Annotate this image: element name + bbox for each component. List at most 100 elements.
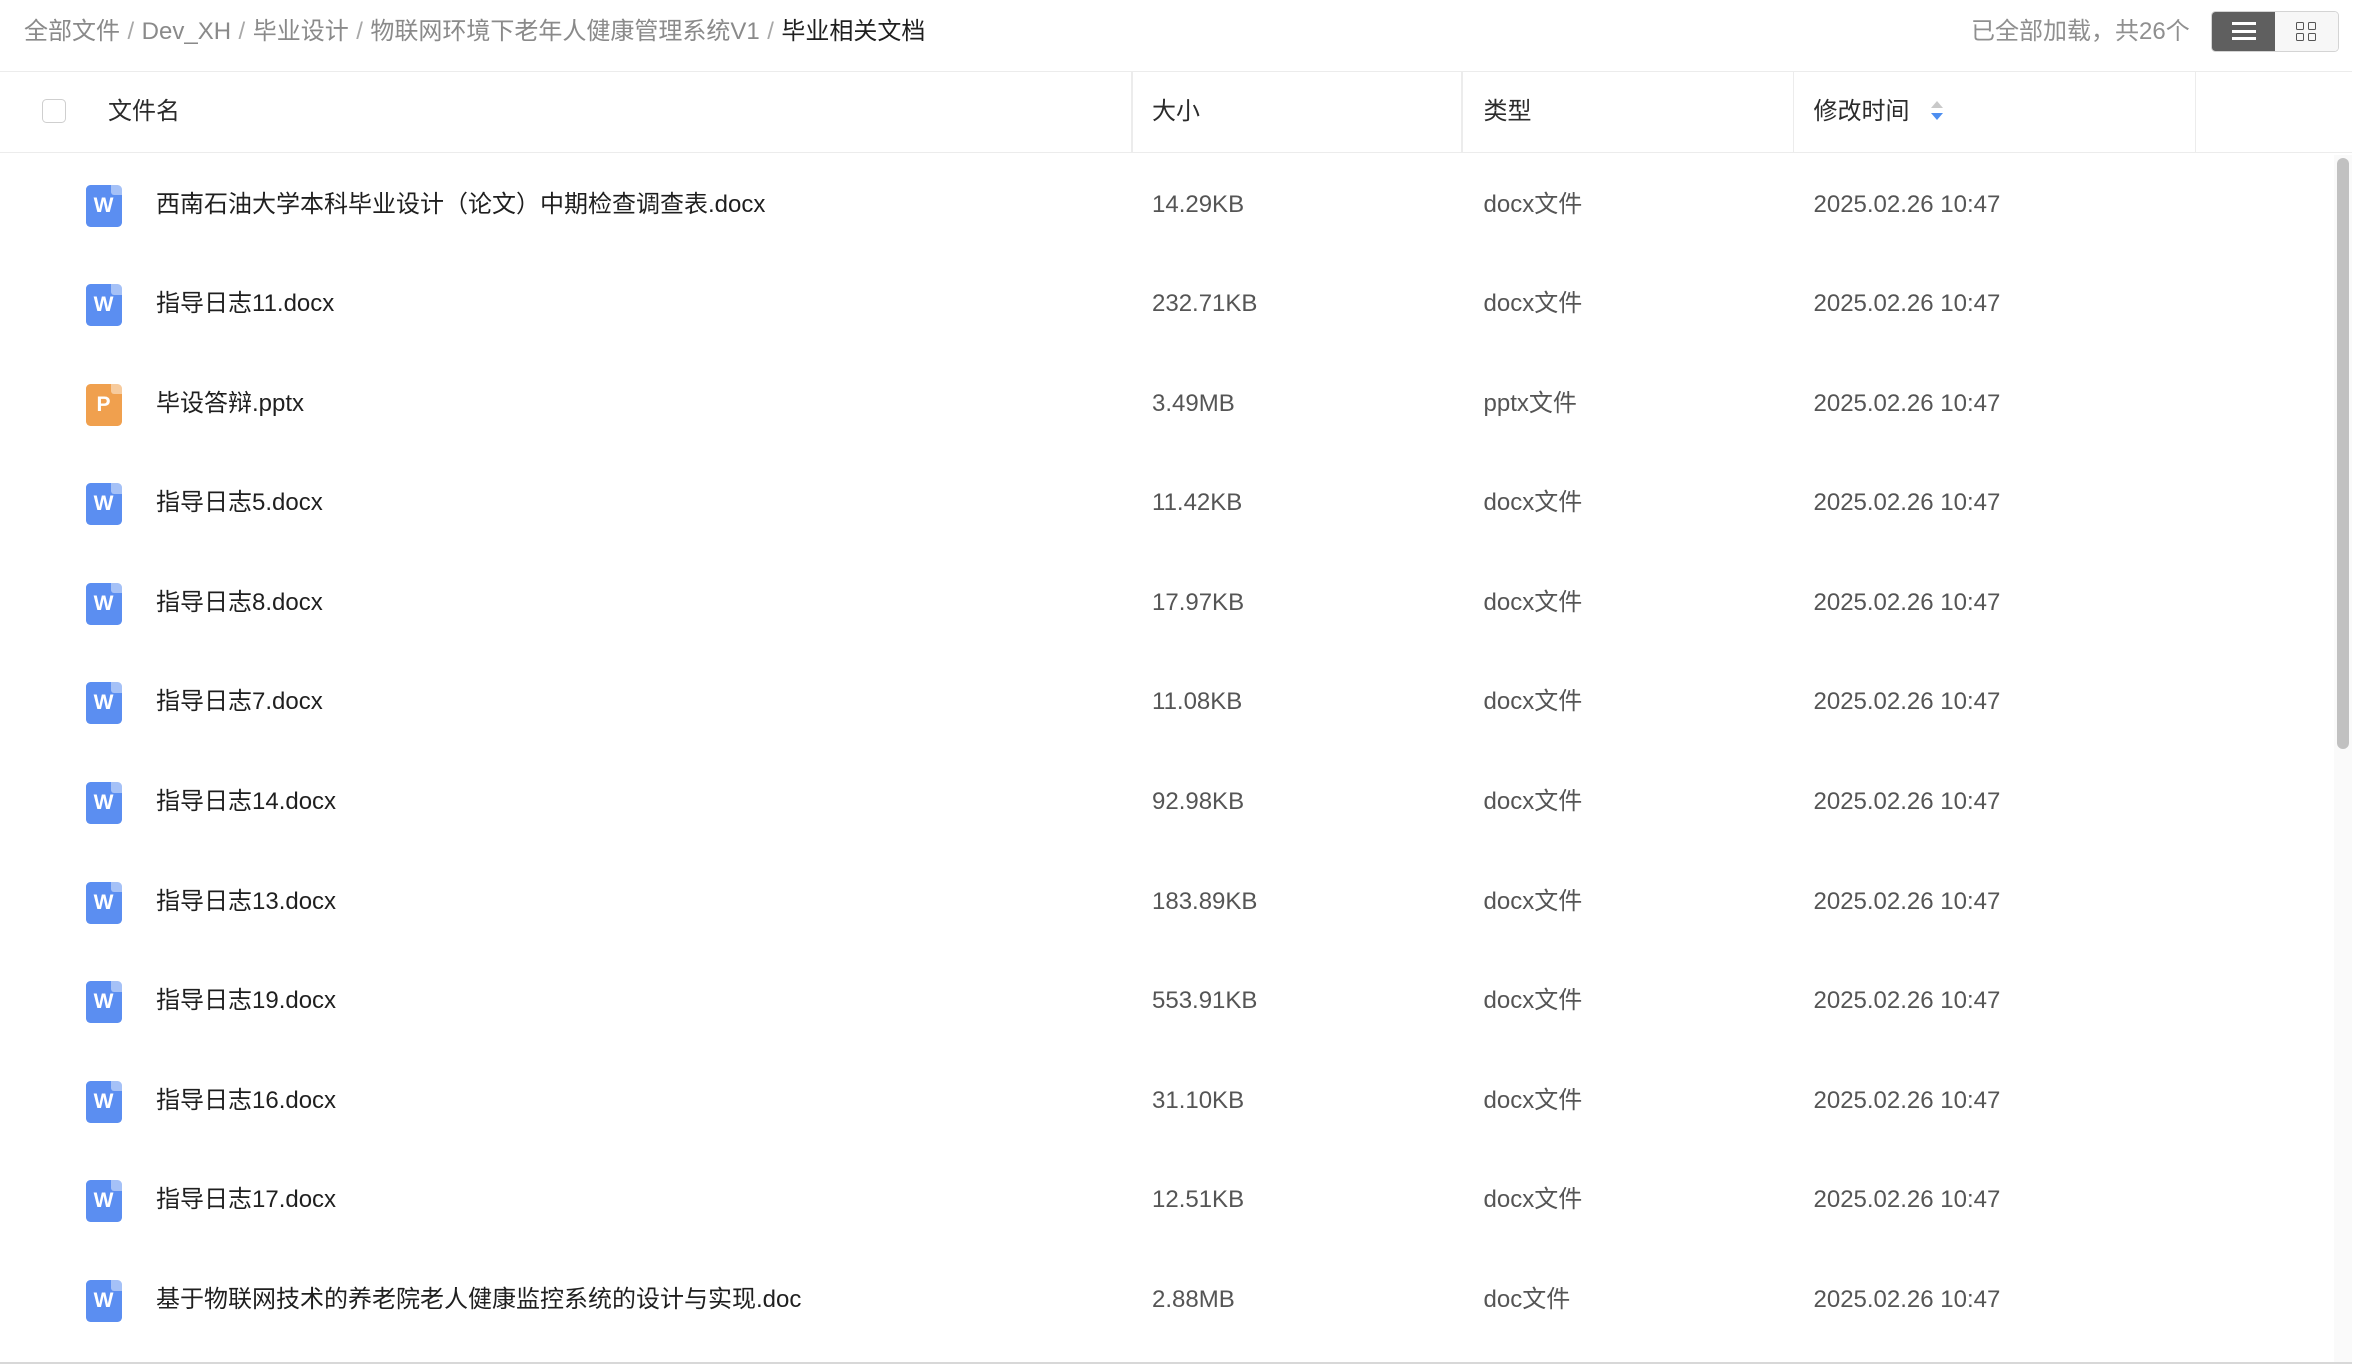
word-file-icon: W (85, 1280, 122, 1323)
file-name[interactable]: 指导日志7.docx (156, 685, 323, 718)
file-modified-time: 2025.02.26 10:47 (1813, 1286, 2001, 1314)
file-size: 17.97KB (1152, 588, 1245, 616)
word-file-icon: W (85, 483, 122, 526)
file-modified-time: 2025.02.26 10:47 (1813, 788, 2001, 816)
word-file-icon: W (85, 981, 122, 1024)
load-status-text: 已全部加载，共26个 (1971, 18, 2190, 45)
file-row[interactable]: P 毕设答辩.pptx 3.49MB pptx文件 2025.02.26 10:47 (0, 354, 2334, 454)
column-divider (1792, 72, 1794, 152)
file-size: 14.29KB (1152, 190, 1245, 218)
list-view-button[interactable] (2212, 11, 2275, 51)
file-modified-time: 2025.02.26 10:47 (1813, 1086, 2001, 1114)
word-file-icon: W (85, 682, 122, 725)
word-file-icon: W (85, 1080, 122, 1123)
breadcrumb-item-dev-xh[interactable]: Dev_XH (142, 18, 231, 45)
file-row[interactable]: W 指导日志14.docx 92.98KB docx文件 2025.02.26 10:4… (0, 752, 2334, 852)
file-type: docx文件 (1483, 489, 1583, 517)
column-divider (2194, 72, 2196, 152)
file-name[interactable]: 指导日志11.docx (156, 287, 334, 320)
grid-icon (2296, 21, 2317, 41)
column-header-type[interactable]: 类型 (1484, 72, 1532, 152)
breadcrumb-item-current: 毕业相关文档 (781, 18, 926, 45)
file-modified-time: 2025.02.26 10:47 (1813, 1186, 2001, 1214)
file-size: 31.10KB (1152, 1086, 1245, 1114)
file-size: 553.91KB (1152, 987, 1258, 1015)
file-name[interactable]: 指导日志17.docx (156, 1183, 336, 1216)
breadcrumb-separator: / (127, 18, 135, 45)
file-size: 92.98KB (1152, 788, 1245, 816)
file-row[interactable]: W 指导日志16.docx 31.10KB docx文件 2025.02.26 10:4… (0, 1051, 2334, 1151)
file-row[interactable]: W 指导日志13.docx 183.89KB docx文件 2025.02.26 10:… (0, 852, 2334, 952)
breadcrumb-item-graduation-design[interactable]: 毕业设计 (253, 18, 349, 45)
file-name[interactable]: 指导日志19.docx (156, 984, 336, 1017)
column-header-modified[interactable]: 修改时间 (1814, 72, 1910, 152)
file-type: docx文件 (1483, 887, 1583, 915)
file-name[interactable]: 指导日志14.docx (156, 785, 336, 818)
file-name[interactable]: 指导日志16.docx (156, 1084, 336, 1117)
file-type: docx文件 (1483, 1086, 1583, 1114)
column-header-size[interactable]: 大小 (1152, 72, 1200, 152)
breadcrumb-item-project[interactable]: 物联网环境下老年人健康管理系统V1 (370, 18, 759, 45)
word-file-icon: W (85, 284, 122, 327)
sort-icon[interactable] (1929, 100, 1944, 125)
file-row[interactable]: W 指导日志7.docx 11.08KB docx文件 2025.02.26 10:47 (0, 652, 2334, 752)
file-row[interactable]: W 指导日志17.docx 12.51KB docx文件 2025.02.26 10:4… (0, 1150, 2334, 1250)
file-type: doc文件 (1483, 1286, 1571, 1314)
column-divider (1131, 72, 1133, 152)
file-modified-time: 2025.02.26 10:47 (1813, 190, 2001, 218)
top-bar: 全部文件 / Dev_XH / 毕业设计 / 物联网环境下老年人健康管理系统V1 / 毕业相关文… (0, 0, 2352, 72)
grid-view-button[interactable] (2275, 11, 2338, 51)
file-type: docx文件 (1483, 290, 1583, 318)
file-row[interactable]: W 指导日志19.docx 553.91KB docx文件 2025.02.26 10:… (0, 951, 2334, 1051)
file-type: docx文件 (1483, 588, 1583, 616)
file-type: docx文件 (1483, 190, 1583, 218)
powerpoint-file-icon: P (85, 383, 122, 426)
file-modified-time: 2025.02.26 10:47 (1813, 389, 2001, 417)
file-name[interactable]: 毕设答辩.pptx (156, 387, 304, 420)
word-file-icon: W (85, 582, 122, 625)
file-row[interactable]: W 指导日志5.docx 11.42KB docx文件 2025.02.26 10:47 (0, 453, 2334, 553)
breadcrumb-item-all-files[interactable]: 全部文件 (24, 18, 120, 45)
file-type: docx文件 (1483, 788, 1583, 816)
bottom-divider (0, 1362, 2352, 1364)
file-modified-time: 2025.02.26 10:47 (1813, 489, 2001, 517)
word-file-icon: W (85, 881, 122, 924)
column-divider (1461, 72, 1463, 152)
column-header-name[interactable]: 文件名 (108, 72, 180, 152)
file-name[interactable]: 指导日志5.docx (156, 486, 323, 519)
table-header: 文件名 大小 类型 修改时间 (0, 72, 2352, 153)
breadcrumb: 全部文件 / Dev_XH / 毕业设计 / 物联网环境下老年人健康管理系统V1 / 毕业相关文… (24, 15, 925, 48)
file-row[interactable]: W 西南石油大学本科毕业设计（论文）中期检查调查表.docx 14.29KB docx… (0, 155, 2334, 255)
breadcrumb-separator: / (767, 18, 774, 45)
file-row[interactable]: W 基于物联网技术的养老院老人健康监控系统的设计与实现.doc 2.88MB doc文… (0, 1250, 2334, 1350)
word-file-icon: W (85, 1180, 122, 1223)
file-type: docx文件 (1483, 987, 1583, 1015)
select-all-checkbox[interactable] (42, 99, 66, 123)
word-file-icon: W (85, 184, 122, 227)
file-name[interactable]: 西南石油大学本科毕业设计（论文）中期检查调查表.docx (156, 188, 765, 221)
file-size: 11.42KB (1152, 489, 1243, 517)
vertical-scrollbar[interactable] (2334, 154, 2352, 1362)
file-modified-time: 2025.02.26 10:47 (1813, 290, 2001, 318)
file-type: docx文件 (1483, 688, 1583, 716)
file-name[interactable]: 基于物联网技术的养老院老人健康监控系统的设计与实现.doc (156, 1283, 801, 1316)
file-row[interactable]: W 指导日志11.docx 232.71KB docx文件 2025.02.26 10:… (0, 254, 2334, 354)
file-size: 2.88MB (1152, 1286, 1235, 1314)
list-icon (2231, 18, 2256, 45)
file-size: 3.49MB (1152, 389, 1235, 417)
scrollbar-thumb[interactable] (2337, 157, 2349, 749)
file-list: W 西南石油大学本科毕业设计（论文）中期检查调查表.docx 14.29KB docx… (0, 155, 2334, 1350)
file-modified-time: 2025.02.26 10:47 (1813, 688, 2001, 716)
view-toggle (2211, 10, 2339, 52)
breadcrumb-separator: / (238, 18, 246, 45)
word-file-icon: W (85, 782, 122, 825)
file-modified-time: 2025.02.26 10:47 (1813, 887, 2001, 915)
file-size: 11.08KB (1152, 688, 1243, 716)
file-name[interactable]: 指导日志13.docx (156, 885, 336, 918)
file-size: 12.51KB (1152, 1186, 1245, 1214)
file-modified-time: 2025.02.26 10:47 (1813, 588, 2001, 616)
file-name[interactable]: 指导日志8.docx (156, 586, 323, 619)
file-row[interactable]: W 指导日志8.docx 17.97KB docx文件 2025.02.26 10:47 (0, 553, 2334, 653)
file-type: docx文件 (1483, 1186, 1583, 1214)
file-type: pptx文件 (1483, 389, 1577, 417)
